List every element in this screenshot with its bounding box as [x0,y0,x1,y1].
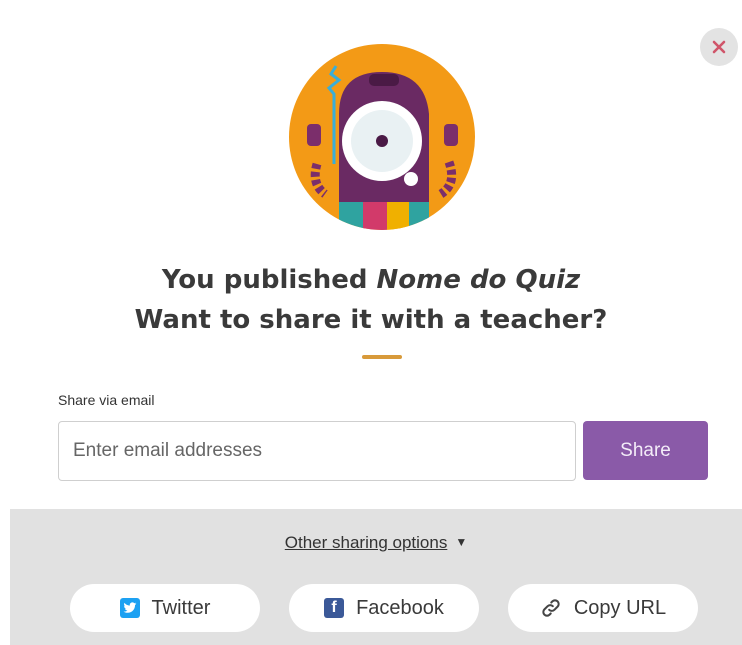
email-input[interactable] [58,421,576,481]
copy-url-label: Copy URL [573,596,667,619]
facebook-label: Facebook [356,596,444,619]
dialog-title: You published Nome do Quiz Want to share… [0,260,742,340]
other-sharing-options: Other sharing options ▼ [10,533,742,553]
share-button[interactable]: Share [583,421,708,480]
caret-down-icon[interactable]: ▼ [455,535,467,549]
copy-url-button[interactable]: Copy URL [508,584,698,632]
link-icon [540,597,562,619]
robot-mascot-image [289,44,475,230]
title-divider [362,355,402,359]
sharing-options-panel: Other sharing options ▼ Twitter f Faceboo… [10,509,742,645]
twitter-label: Twitter [151,596,211,619]
title-line-1: You published Nome do Quiz [0,260,742,300]
title-prefix: You published [161,265,377,295]
other-sharing-options-link[interactable]: Other sharing options [285,533,448,552]
facebook-button[interactable]: f Facebook [289,584,479,632]
facebook-icon: f [324,598,345,618]
title-line-2: Want to share it with a teacher? [134,305,608,335]
twitter-icon [119,598,140,618]
twitter-button[interactable]: Twitter [70,584,260,632]
close-icon [712,40,726,54]
email-label: Share via email [58,392,155,408]
close-button[interactable] [700,28,738,66]
quiz-name: Nome do Quiz [376,265,581,295]
